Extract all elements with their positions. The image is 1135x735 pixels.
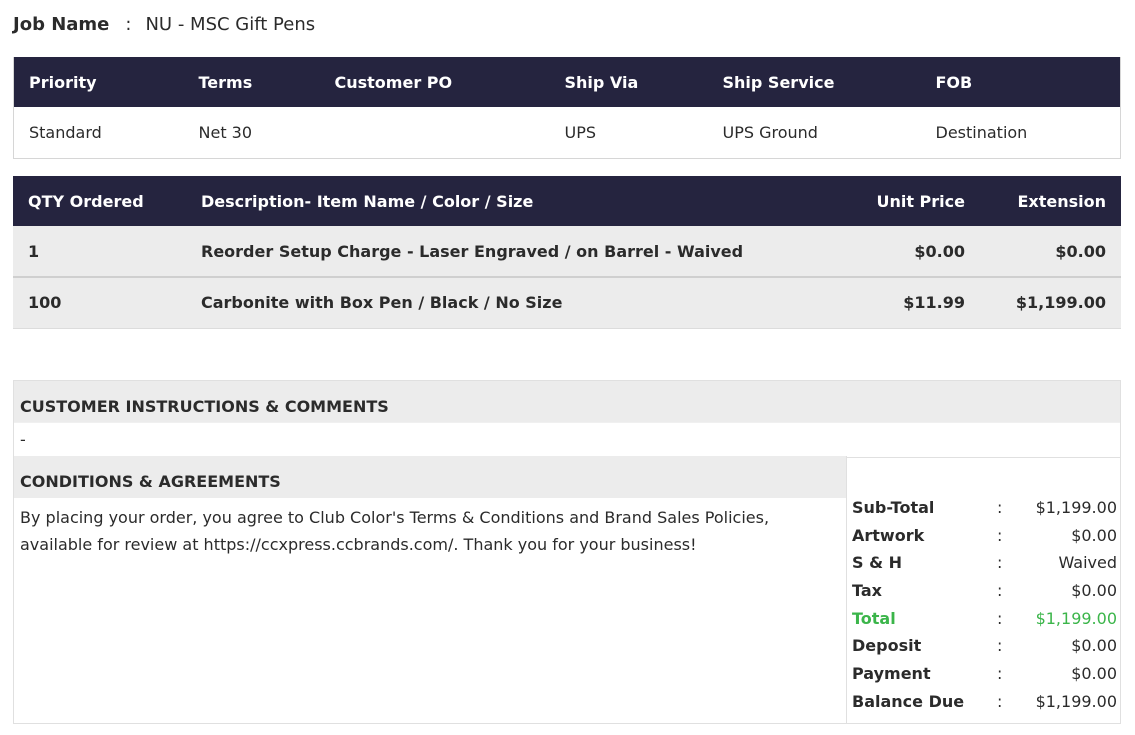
artwork-label: Artwork bbox=[852, 525, 925, 545]
shipping-handling-row: S & H : Waived bbox=[847, 553, 1121, 581]
conditions-title: CONDITIONS & AGREEMENTS bbox=[14, 456, 846, 498]
balance-due-value: $1,199.00 bbox=[1035, 691, 1117, 711]
qty-ordered-header: QTY Ordered bbox=[13, 176, 186, 226]
terms-header: Terms bbox=[183, 57, 320, 107]
subtotal-value: $1,199.00 bbox=[1035, 498, 1117, 517]
description-cell: Carbonite with Box Pen / Black / No Size bbox=[186, 277, 812, 329]
customer-instructions-title: CUSTOMER INSTRUCTIONS & COMMENTS bbox=[14, 381, 1120, 422]
customer-po-value bbox=[319, 107, 550, 159]
extension-header: Extension bbox=[980, 176, 1121, 226]
payment-colon: : bbox=[997, 664, 1003, 684]
job-name-value: NU - MSC Gift Pens bbox=[145, 14, 316, 35]
payment-value: $0.00 bbox=[1071, 664, 1117, 684]
conditions-text: By placing your order, you agree to Club… bbox=[20, 508, 770, 554]
qty-cell: 100 bbox=[13, 277, 186, 329]
payment-label: Payment bbox=[852, 664, 931, 684]
extension-cell: $0.00 bbox=[980, 226, 1121, 278]
artwork-row: Artwork : $0.00 bbox=[847, 526, 1121, 554]
customer-instructions-section: CUSTOMER INSTRUCTIONS & COMMENTS - bbox=[13, 380, 1121, 458]
subtotal-label: Sub-Total bbox=[852, 498, 935, 517]
conditions-section: CONDITIONS & AGREEMENTS By placing your … bbox=[14, 456, 847, 723]
unit-price-cell: $0.00 bbox=[812, 226, 980, 278]
customer-po-header: Customer PO bbox=[319, 57, 550, 107]
deposit-colon: : bbox=[997, 636, 1003, 656]
extension-cell: $1,199.00 bbox=[980, 277, 1121, 329]
qty-cell: 1 bbox=[13, 226, 186, 278]
tax-row: Tax : $0.00 bbox=[847, 581, 1121, 609]
deposit-label: Deposit bbox=[852, 636, 922, 656]
unit-price-cell: $11.99 bbox=[812, 277, 980, 329]
line-items-header-row: QTY Ordered Description- Item Name / Col… bbox=[13, 176, 1121, 226]
tax-colon: : bbox=[997, 581, 1003, 601]
fob-header: FOB bbox=[920, 57, 1121, 107]
shipping-handling-colon: : bbox=[997, 553, 1003, 573]
job-name-line: Job Name: NU - MSC Gift Pens bbox=[13, 14, 315, 35]
tax-label: Tax bbox=[852, 581, 882, 601]
subtotal-row: Sub-Total : $1,199.00 bbox=[847, 498, 1121, 526]
shipping-handling-label: S & H bbox=[852, 553, 903, 573]
conditions-and-totals: CONDITIONS & AGREEMENTS By placing your … bbox=[13, 456, 1121, 724]
customer-instructions-text: - bbox=[14, 422, 1120, 457]
order-info-header-row: Priority Terms Customer PO Ship Via Ship… bbox=[13, 57, 1121, 107]
description-cell: Reorder Setup Charge - Laser Engraved / … bbox=[186, 226, 812, 278]
order-info-row: Standard Net 30 UPS UPS Ground Destinati… bbox=[13, 107, 1121, 159]
line-items-table: QTY Ordered Description- Item Name / Col… bbox=[13, 176, 1121, 329]
shipping-handling-value: Waived bbox=[1058, 553, 1117, 573]
artwork-value: $0.00 bbox=[1071, 525, 1117, 545]
balance-due-label: Balance Due bbox=[852, 691, 965, 711]
total-label: Total bbox=[852, 608, 896, 628]
payment-row: Payment : $0.00 bbox=[847, 664, 1121, 692]
subtotal-colon: : bbox=[997, 498, 1003, 517]
deposit-value: $0.00 bbox=[1071, 636, 1117, 656]
total-row: Total : $1,199.00 bbox=[847, 609, 1121, 637]
artwork-colon: : bbox=[997, 525, 1003, 545]
totals-panel: Sub-Total : $1,199.00 Artwork : $0.00 S … bbox=[847, 498, 1121, 720]
total-colon: : bbox=[997, 608, 1003, 628]
description-header: Description- Item Name / Color / Size bbox=[186, 176, 812, 226]
ship-service-value: UPS Ground bbox=[707, 107, 921, 159]
terms-value: Net 30 bbox=[183, 107, 320, 159]
priority-header: Priority bbox=[13, 57, 184, 107]
job-name-colon: : bbox=[125, 14, 132, 35]
unit-price-header: Unit Price bbox=[812, 176, 980, 226]
balance-due-colon: : bbox=[997, 691, 1003, 711]
ship-via-value: UPS bbox=[549, 107, 708, 159]
total-value: $1,199.00 bbox=[1035, 608, 1117, 628]
priority-value: Standard bbox=[13, 107, 184, 159]
ship-via-header: Ship Via bbox=[549, 57, 708, 107]
fob-value: Destination bbox=[920, 107, 1121, 159]
ship-service-header: Ship Service bbox=[707, 57, 921, 107]
table-row: 1 Reorder Setup Charge - Laser Engraved … bbox=[13, 226, 1121, 278]
tax-value: $0.00 bbox=[1071, 581, 1117, 601]
order-info-table: Priority Terms Customer PO Ship Via Ship… bbox=[13, 57, 1121, 159]
balance-due-row: Balance Due : $1,199.00 bbox=[847, 692, 1121, 720]
deposit-row: Deposit : $0.00 bbox=[847, 636, 1121, 664]
table-row: 100 Carbonite with Box Pen / Black / No … bbox=[13, 277, 1121, 329]
job-name-label: Job Name bbox=[13, 14, 110, 35]
